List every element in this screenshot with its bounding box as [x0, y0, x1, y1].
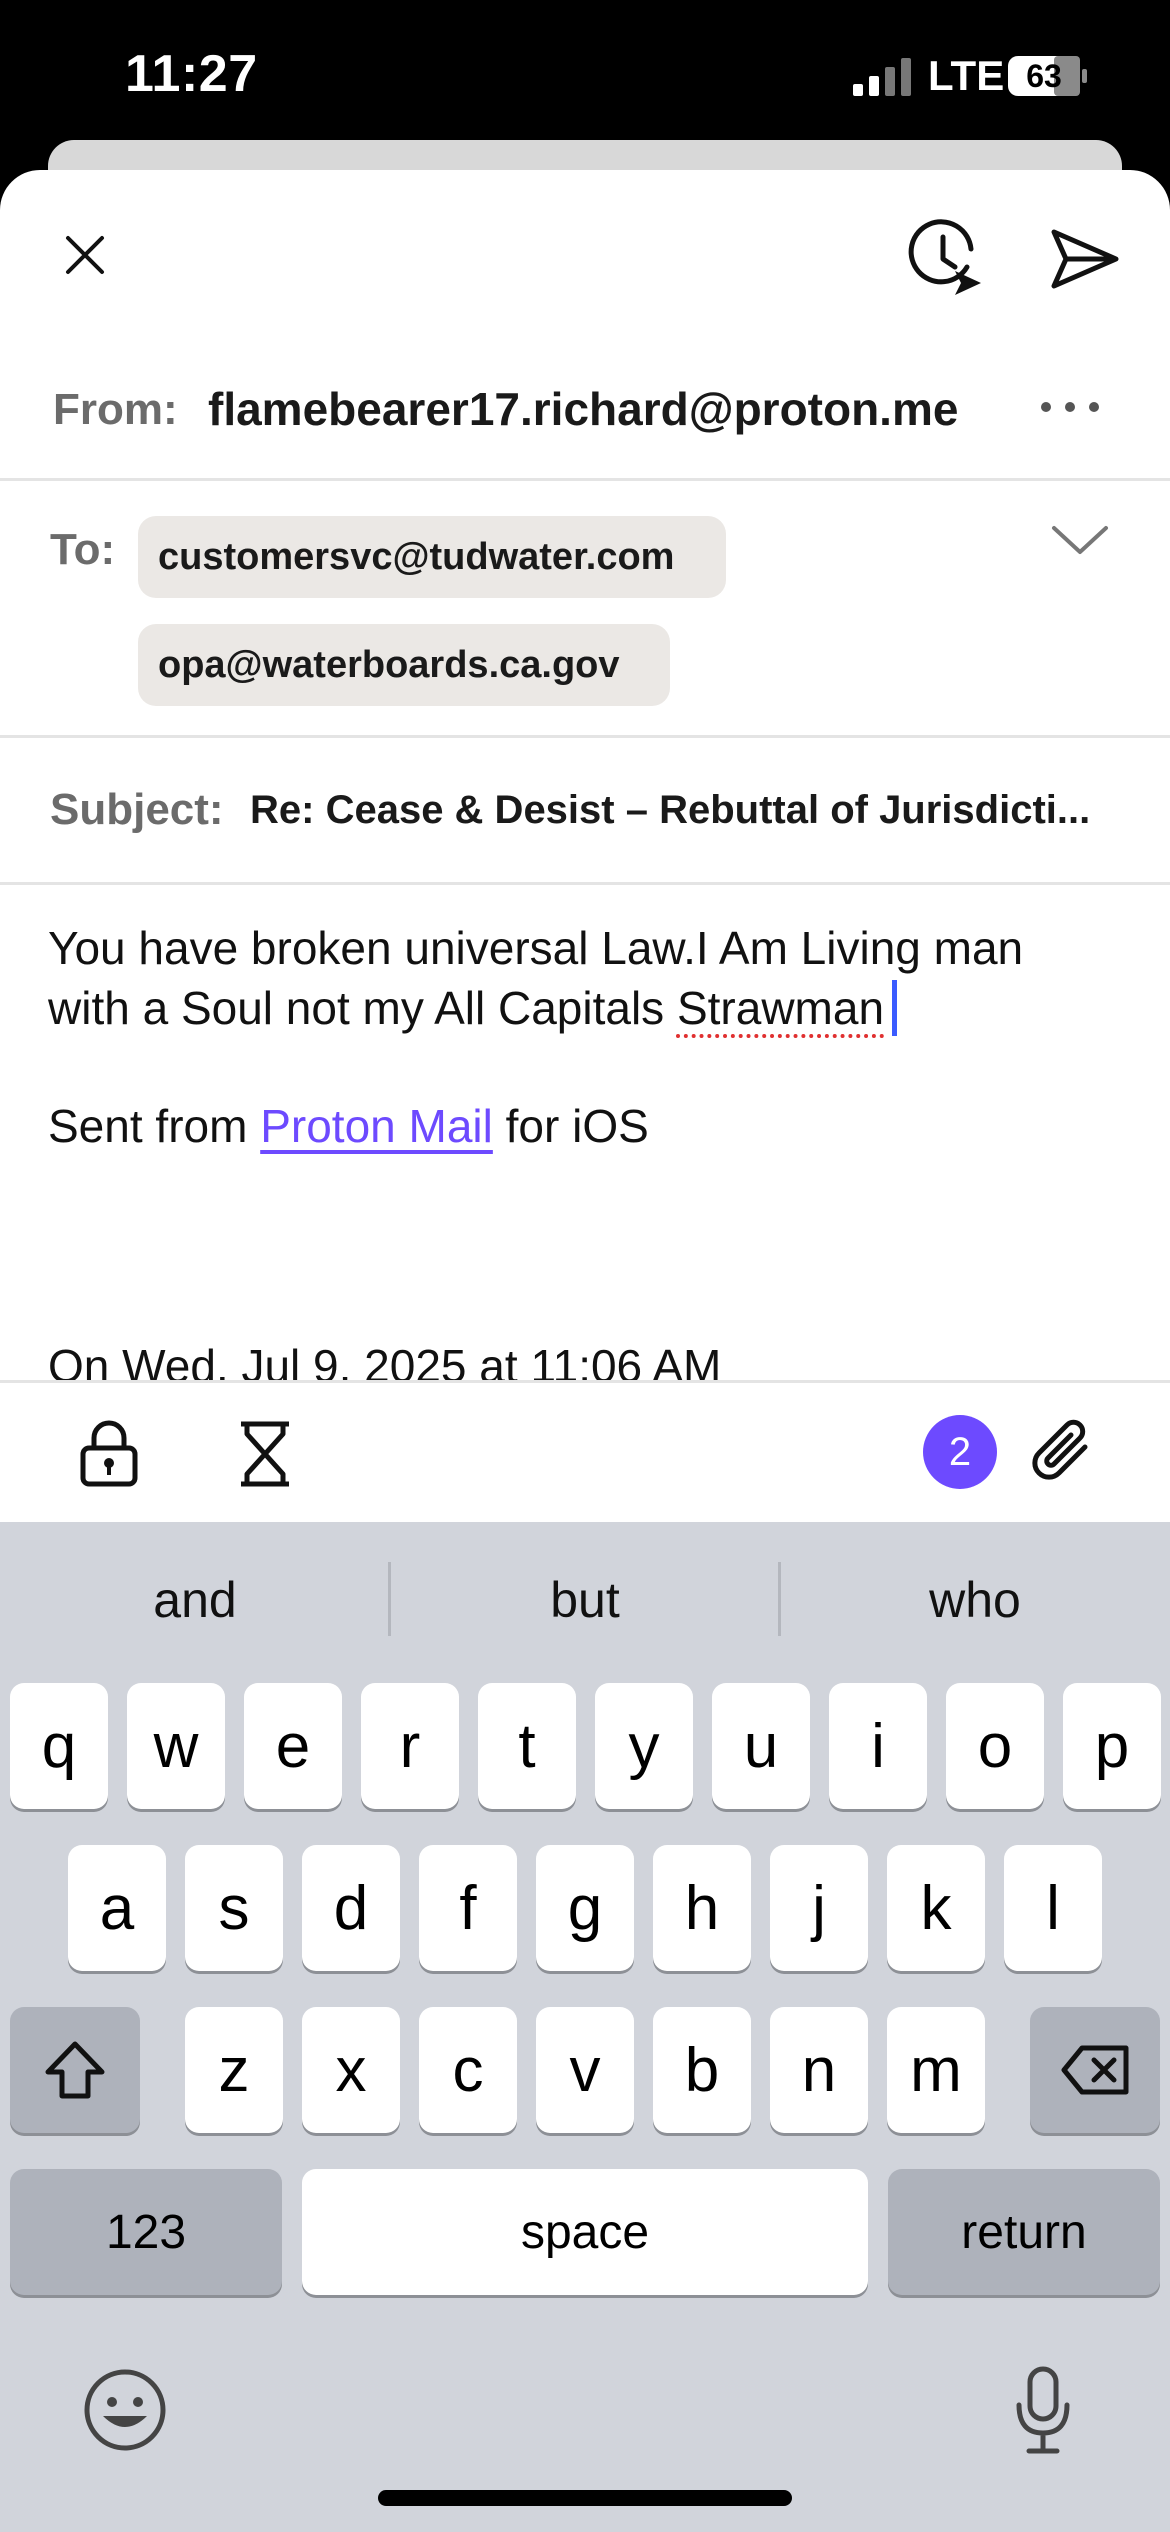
signature: Sent from Proton Mail for iOS: [48, 1096, 1138, 1156]
emoji-icon: [84, 2369, 166, 2451]
signature-text: Sent from: [48, 1100, 261, 1152]
battery-indicator: 63: [1008, 56, 1088, 96]
network-type: LTE: [928, 52, 1005, 99]
close-button[interactable]: [50, 220, 120, 290]
send-button[interactable]: [1040, 214, 1130, 304]
key-r[interactable]: r: [361, 1683, 459, 1809]
key-g[interactable]: g: [536, 1845, 634, 1971]
key-x[interactable]: x: [302, 2007, 400, 2133]
compose-sheet: From: flamebearer17.richard@proton.me To…: [0, 170, 1170, 1522]
battery-level: 63: [1026, 57, 1062, 94]
from-address[interactable]: flamebearer17.richard@proton.me: [208, 382, 958, 436]
message-body[interactable]: You have broken universal Law.I Am Livin…: [48, 918, 1138, 1156]
signal-icon: [853, 58, 911, 96]
dictation-button[interactable]: [998, 2360, 1088, 2460]
body-line: You have broken universal Law.I Am Livin…: [48, 922, 1024, 974]
key-y[interactable]: y: [595, 1683, 693, 1809]
key-k[interactable]: k: [887, 1845, 985, 1971]
key-q[interactable]: q: [10, 1683, 108, 1809]
status-time: 11:27: [125, 45, 258, 103]
more-icon: [1041, 402, 1099, 412]
key-i[interactable]: i: [829, 1683, 927, 1809]
key-z[interactable]: z: [185, 2007, 283, 2133]
close-icon: [66, 236, 104, 274]
proton-mail-link[interactable]: Proton Mail: [260, 1100, 493, 1152]
body-text-segment: with a Soul not my All Capitals: [48, 982, 677, 1034]
microphone-icon: [1016, 2366, 1070, 2454]
schedule-send-button[interactable]: [900, 214, 990, 304]
signature-text: for iOS: [492, 1100, 649, 1152]
key-l[interactable]: l: [1004, 1845, 1102, 1971]
subject-label: Subject:: [50, 785, 224, 834]
suggestion[interactable]: but: [390, 1560, 780, 1640]
emoji-button[interactable]: [80, 2365, 170, 2455]
chevron-down-icon: [1052, 526, 1108, 554]
key-w[interactable]: w: [127, 1683, 225, 1809]
home-indicator[interactable]: [378, 2490, 792, 2506]
backspace-key[interactable]: [1030, 2007, 1160, 2133]
from-label: From:: [53, 385, 178, 434]
paperclip-icon: [1032, 1419, 1088, 1480]
lock-icon: [80, 1420, 138, 1487]
suggestion[interactable]: and: [0, 1560, 390, 1640]
key-v[interactable]: v: [536, 2007, 634, 2133]
recipient-chip[interactable]: customersvc@tudwater.com: [138, 516, 726, 598]
key-f[interactable]: f: [419, 1845, 517, 1971]
shift-key[interactable]: [10, 2007, 140, 2133]
key-s[interactable]: s: [185, 1845, 283, 1971]
expand-recipients-button[interactable]: [1040, 510, 1120, 570]
key-u[interactable]: u: [712, 1683, 810, 1809]
space-key[interactable]: space: [302, 2169, 868, 2295]
key-h[interactable]: h: [653, 1845, 751, 1971]
misspelled-word[interactable]: Strawman: [677, 982, 884, 1034]
attachment-button[interactable]: [1022, 1410, 1102, 1494]
divider: [0, 478, 1170, 481]
status-bar: 11:27 LTE 63: [0, 0, 1170, 160]
backspace-icon: [1061, 2045, 1129, 2095]
recipient-chip[interactable]: opa@waterboards.ca.gov: [138, 624, 670, 706]
schedule-send-icon: [908, 219, 981, 295]
key-n[interactable]: n: [770, 2007, 868, 2133]
body-line: with a Soul not my All Capitals Strawman: [48, 978, 1138, 1038]
key-m[interactable]: m: [887, 2007, 985, 2133]
key-p[interactable]: p: [1063, 1683, 1161, 1809]
key-d[interactable]: d: [302, 1845, 400, 1971]
encryption-button[interactable]: [72, 1412, 146, 1496]
divider: [0, 735, 1170, 738]
key-a[interactable]: a: [68, 1845, 166, 1971]
key-o[interactable]: o: [946, 1683, 1044, 1809]
send-icon: [1051, 229, 1119, 289]
divider: [0, 882, 1170, 885]
numbers-key[interactable]: 123: [10, 2169, 282, 2295]
return-key[interactable]: return: [888, 2169, 1160, 2295]
key-j[interactable]: j: [770, 1845, 868, 1971]
text-cursor: [892, 980, 898, 1036]
key-b[interactable]: b: [653, 2007, 751, 2133]
suggestion[interactable]: who: [780, 1560, 1170, 1640]
key-c[interactable]: c: [419, 2007, 517, 2133]
shift-icon: [45, 2041, 105, 2099]
key-t[interactable]: t: [478, 1683, 576, 1809]
hourglass-icon: [241, 1421, 289, 1487]
expiration-button[interactable]: [230, 1412, 300, 1496]
more-button[interactable]: [1030, 382, 1110, 432]
subject-field[interactable]: Re: Cease & Desist – Rebuttal of Jurisdi…: [250, 788, 1090, 833]
to-label: To:: [50, 525, 116, 574]
key-e[interactable]: e: [244, 1683, 342, 1809]
attachment-count-badge: 2: [923, 1415, 997, 1489]
